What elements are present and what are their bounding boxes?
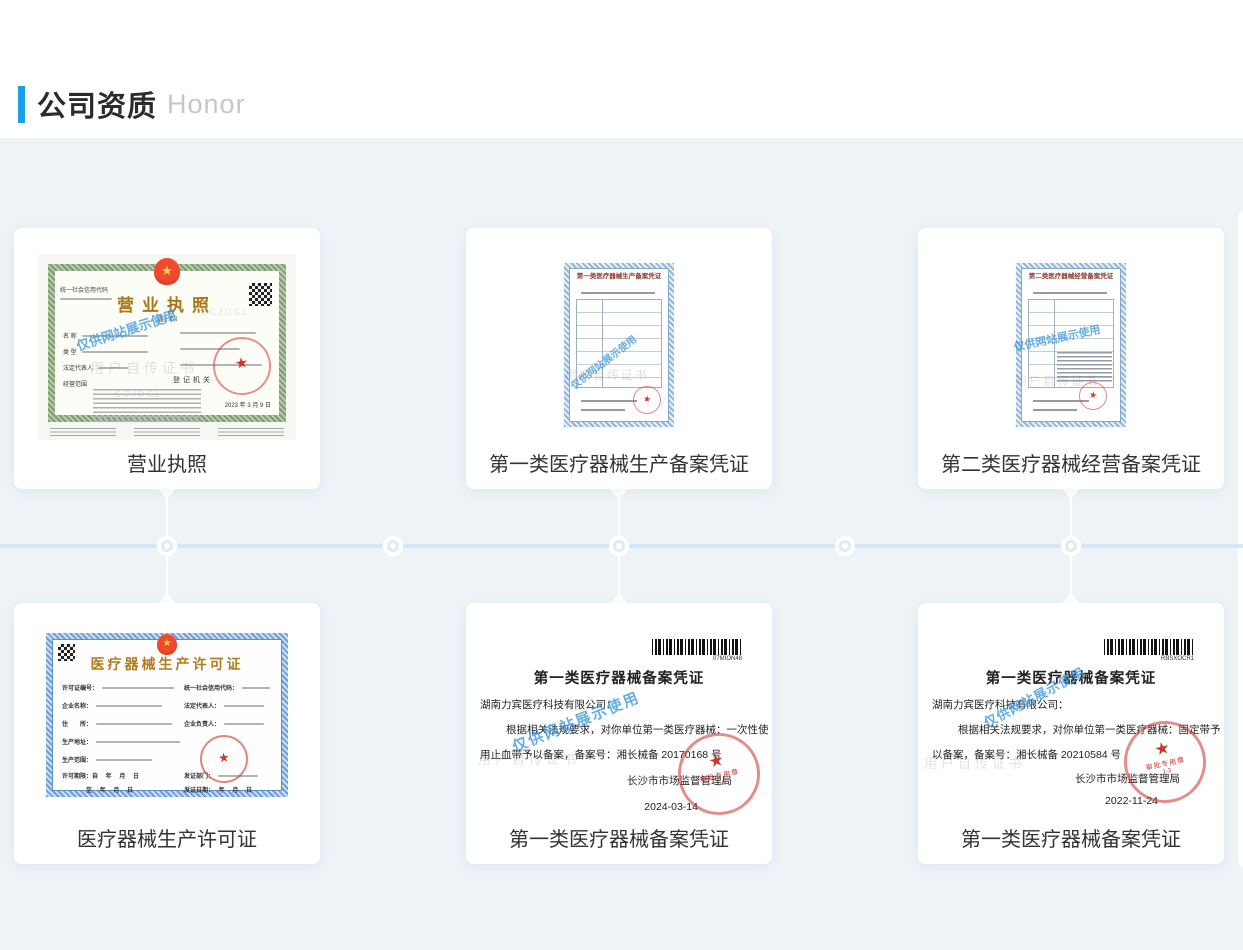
honor-section-page: 公司资质 Honor ★ 统一社会信用代码 营业执照 （副 本）: [0, 0, 1243, 950]
dense-textblock: [1057, 352, 1112, 384]
connector-arrow-icon: [610, 489, 628, 499]
certificate-blue-frame: 第一类医疗器械生产备案凭证 ★: [564, 263, 674, 427]
section-header: 公司资质 Honor: [18, 84, 246, 124]
license-green-frame: ★ 统一社会信用代码 营业执照 （副 本） SCJDGL SCJDGL 名 称 …: [48, 264, 286, 422]
section-subtitle: Honor: [167, 89, 246, 120]
body-line: 湖南力宾医疗科技有限公司：: [932, 697, 1069, 712]
connector-arrow-icon: [1062, 489, 1080, 499]
business-scope-textblock: [93, 389, 201, 423]
timeline-dot-icon: [1061, 536, 1081, 556]
certificate-title: 第一类医疗器械生产备案凭证: [571, 273, 667, 281]
timeline-dot-icon: [835, 536, 855, 556]
footer-line: [581, 409, 625, 411]
certificate-card-business-license[interactable]: ★ 统一社会信用代码 营业执照 （副 本） SCJDGL SCJDGL 名 称 …: [14, 228, 320, 489]
certificate-image: ★ 医疗器械生产许可证 许可证编号： 企业名称： 住 所： 生产地址： 生产范围…: [44, 631, 290, 799]
red-seal-icon: ★: [631, 384, 663, 416]
certificate-title: 第一类医疗器械备案凭证: [466, 667, 772, 688]
certificate-image: 第二类医疗器械经营备案凭证 ★ 仅供网站展示使用 用户自传证书: [1013, 260, 1129, 430]
card-caption: 第一类医疗器械备案凭证: [466, 823, 772, 852]
connector-arrow-icon: [158, 489, 176, 499]
red-seal-icon: ★: [209, 333, 275, 399]
issue-date-row: 发证日期： 年 月 日: [184, 785, 252, 794]
footer-line: [1033, 409, 1077, 411]
section-title: 公司资质: [37, 83, 157, 125]
license-fine-print: [50, 428, 284, 437]
body-line: 湖南力宾医疗科技有限公司：: [480, 697, 617, 712]
record-number-line: [1033, 292, 1107, 294]
license-blue-frame: ★ 医疗器械生产许可证 许可证编号： 企业名称： 住 所： 生产地址： 生产范围…: [46, 633, 288, 797]
barcode-text: 07MION48: [713, 656, 742, 662]
certificate-image: 第一类医疗器械生产备案凭证 ★ 仅供网站展示使用 用户自传证书: [561, 260, 677, 430]
license-title: 营业执照: [55, 291, 279, 316]
license-field-row: 许可证编号：: [62, 683, 174, 692]
national-emblem-icon: ★: [157, 634, 177, 655]
license-field-row: 住 所：: [62, 719, 172, 728]
card-caption: 第一类医疗器械备案凭证: [918, 823, 1224, 852]
barcode-icon: [1104, 639, 1194, 655]
certificate-card-production-license[interactable]: ★ 医疗器械生产许可证 许可证编号： 企业名称： 住 所： 生产地址： 生产范围…: [14, 603, 320, 864]
certificate-blue-frame: 第二类医疗器械经营备案凭证 ★: [1016, 263, 1126, 427]
license-title: 医疗器械生产许可证: [52, 654, 282, 674]
certificate-title: 第一类医疗器械备案凭证: [918, 667, 1224, 688]
business-license-image: ★ 统一社会信用代码 营业执照 （副 本） SCJDGL SCJDGL 名 称 …: [38, 254, 296, 440]
license-term-row: 许可期限：自 年 月 日: [62, 771, 139, 780]
license-copy-label: （副 本）: [55, 314, 279, 324]
certificate-card-class1-production-record[interactable]: 第一类医疗器械生产备案凭证 ★ 仅供网站展示使用 用户自传证书 第一类医疗器械生…: [466, 228, 772, 489]
record-number-line: [581, 292, 655, 294]
next-carousel-card-edge[interactable]: [1238, 210, 1243, 868]
license-field-row: 类 型: [63, 347, 148, 356]
footer-line: [581, 400, 637, 402]
license-term-row: 至 年 月 日: [86, 785, 133, 794]
license-field-row: 经营范围: [63, 379, 87, 388]
accent-bar: [18, 86, 25, 123]
certificate-card-class1-record-1[interactable]: 07MION48 第一类医疗器械备案凭证 湖南力宾医疗科技有限公司： 根据相关法…: [466, 603, 772, 864]
card-caption: 第一类医疗器械生产备案凭证: [466, 448, 772, 477]
body-line: 以备案，备案号：湘长械备 20210584 号: [932, 747, 1121, 762]
connector-arrow-icon: [1062, 593, 1080, 603]
card-caption: 营业执照: [14, 448, 320, 477]
barcode-icon: [652, 639, 742, 655]
qr-code-icon: [249, 283, 272, 306]
certificate-card-class2-operation-record[interactable]: 第二类医疗器械经营备案凭证 ★ 仅供网站展示使用 用户自传证书 第二类医疗器械经…: [918, 228, 1224, 489]
card-caption: 医疗器械生产许可证: [14, 823, 320, 852]
license-field-row: 法定代表人: [63, 363, 128, 372]
timeline-dot-icon: [383, 536, 403, 556]
timeline-dot-icon: [157, 536, 177, 556]
certificate-title: 第二类医疗器械经营备案凭证: [1023, 273, 1119, 281]
timeline-dot-icon: [609, 536, 629, 556]
issue-date: 2023 年 3 月 9 日: [225, 400, 271, 409]
license-field-row: 统一社会信用代码：: [184, 683, 270, 692]
license-field-row: 法定代表人：: [184, 701, 264, 710]
license-field-row: 企业名称：: [62, 701, 162, 710]
certificate-table: [576, 299, 662, 388]
license-field-row: 生产地址：: [62, 737, 180, 746]
card-caption: 第二类医疗器械经营备案凭证: [918, 448, 1224, 477]
license-field-row: 名 称: [63, 331, 148, 340]
license-field-row: 企业负责人：: [184, 719, 264, 728]
connector-arrow-icon: [610, 593, 628, 603]
connector-arrow-icon: [158, 593, 176, 603]
registrar-label: 登记机关: [173, 375, 213, 385]
certificate-card-class1-record-2[interactable]: RBSXOCR1 第一类医疗器械备案凭证 湖南力宾医疗科技有限公司： 根据相关法…: [918, 603, 1224, 864]
national-emblem-icon: ★: [154, 258, 180, 285]
license-field-row: 生产范围：: [62, 755, 152, 764]
barcode-text: RBSXOCR1: [1161, 656, 1194, 662]
